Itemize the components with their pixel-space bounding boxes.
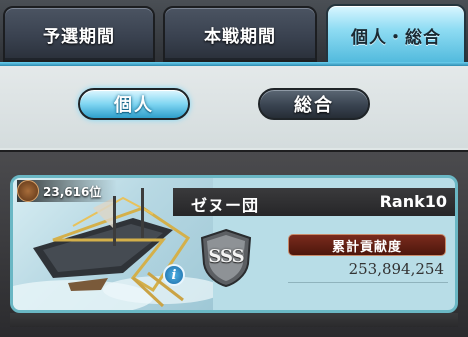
panel-bottom-edge [10,313,458,327]
contribution-label: 累計貢献度 [288,234,446,256]
tab-individual-overall[interactable]: 個人・総合 [326,4,466,66]
contribution-value: 253,894,254 [348,260,444,278]
rank-position: 23,616位 [17,180,117,202]
rank-position-text: 23,616位 [43,184,102,199]
info-icon[interactable]: i [163,264,185,286]
grade-text: SSS [208,246,244,267]
mode-switcher: 個人 総合 [0,66,468,148]
crew-card[interactable]: 23,616位 i ゼヌー団 Rank10 SSS 累計貢献度 253,894,… [10,175,458,313]
mode-individual-label: 個人 [114,95,154,116]
tab-finals[interactable]: 本戦期間 [163,6,317,62]
grade-shield-icon: SSS [198,228,254,288]
tab-bar: 予選期間 本戦期間 個人・総合 [0,0,468,66]
crew-name: ゼヌー団 [191,196,260,215]
mode-individual-button[interactable]: 個人 [78,88,190,120]
crew-name-bar: ゼヌー団 Rank10 [173,188,455,216]
contribution-divider [288,282,448,283]
tab-preliminary[interactable]: 予選期間 [3,6,155,62]
mode-overall-label: 総合 [294,95,334,116]
crew-rank: Rank10 [379,192,447,211]
mode-overall-button[interactable]: 総合 [258,88,370,120]
rank-emblem-icon [17,180,39,202]
